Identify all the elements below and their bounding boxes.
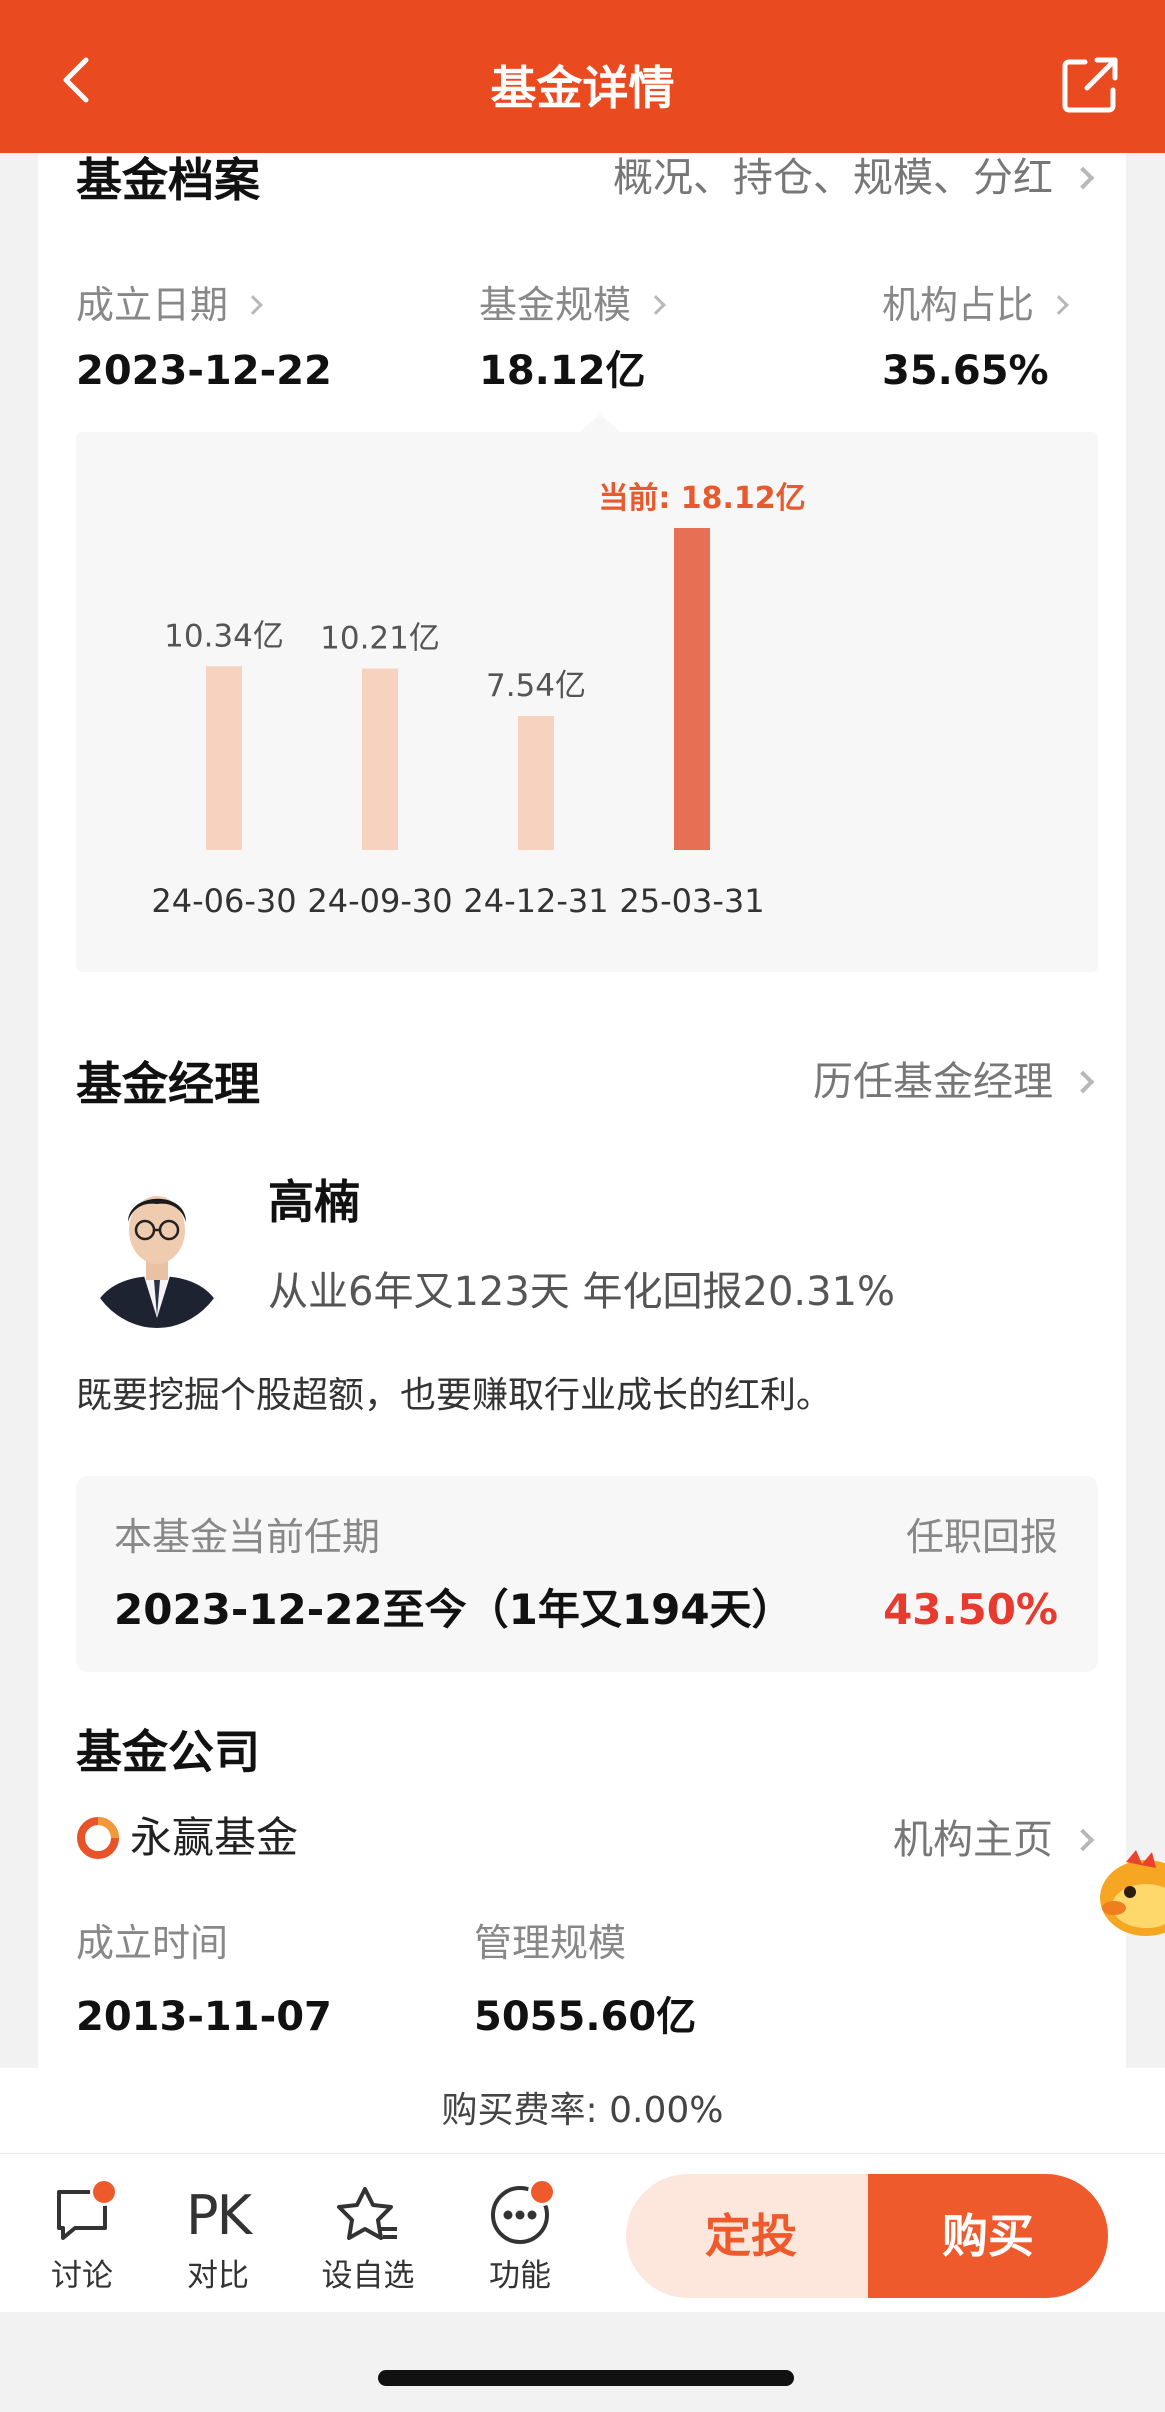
chevron-right-icon xyxy=(1071,1070,1095,1094)
chevron-right-icon xyxy=(243,295,263,315)
chevron-right-icon xyxy=(1071,1828,1095,1852)
top-bar: 基金详情 xyxy=(0,0,1165,153)
discuss-button[interactable]: 讨论 xyxy=(22,2174,142,2304)
page-title: 基金详情 xyxy=(490,61,675,115)
stat-founded-value: 2023-12-22 xyxy=(76,348,332,394)
tenure-label: 本基金当前任期 xyxy=(114,1515,381,1559)
mascot-icon[interactable] xyxy=(1096,1828,1165,1948)
chart-pointer xyxy=(578,414,622,434)
chart-x-tick-label: 24-06-30 xyxy=(151,882,296,920)
functions-label: 功能 xyxy=(489,2258,551,2294)
company-logo-icon xyxy=(77,1817,119,1859)
company-name-row[interactable]: 永赢基金 xyxy=(76,1810,298,1866)
auto-invest-button[interactable]: 定投 xyxy=(626,2174,876,2298)
functions-button[interactable]: 功能 xyxy=(460,2174,580,2304)
stat-institution-label-text: 机构占比 xyxy=(882,283,1035,327)
profile-link[interactable]: 概况、持仓、规模、分红 xyxy=(613,150,1097,206)
company-home-link[interactable]: 机构主页 xyxy=(893,1812,1097,1868)
chart-x-tick-label: 24-12-31 xyxy=(463,882,608,920)
chart-bar-24-09-30 xyxy=(362,668,398,850)
company-founded-label: 成立时间 xyxy=(76,1921,229,1965)
home-indicator[interactable] xyxy=(378,2370,794,2386)
manager-history-link-label: 历任基金经理 xyxy=(813,1059,1053,1105)
company-name: 永赢基金 xyxy=(130,1813,299,1862)
stat-size-value: 18.12亿 xyxy=(479,348,646,394)
return-value: 43.50% xyxy=(883,1585,1058,1634)
share-icon[interactable] xyxy=(1057,52,1123,118)
pk-icon: PK xyxy=(186,2183,252,2247)
size-bar-chart: 10.34亿 24-06-30 10.21亿 24-09-30 7.54亿 24-12-3… xyxy=(151,481,805,920)
manager-quote: 既要挖掘个股超额，也要赚取行业成长的红利。 xyxy=(76,1375,833,1416)
stat-size-label[interactable]: 基金规模 xyxy=(479,280,669,330)
buy-button[interactable]: 购买 xyxy=(868,2174,1108,2298)
manager-avatar[interactable] xyxy=(84,1168,230,1328)
tenure-card: 本基金当前任期 2023-12-22至今（1年又194天） 任职回报 43.50… xyxy=(76,1476,1098,1672)
company-aum-value: 5055.60亿 xyxy=(474,1994,697,2040)
return-label: 任职回报 xyxy=(905,1515,1058,1559)
chart-x-tick-label: 24-09-30 xyxy=(307,882,452,920)
tenure-value: 2023-12-22至今（1年又194天） xyxy=(114,1585,794,1634)
chart-bar-25-03-31 xyxy=(674,528,710,850)
stat-size-label-text: 基金规模 xyxy=(479,283,632,327)
chart-bar-24-12-31 xyxy=(518,716,554,850)
size-chart: 10.34亿 24-06-30 10.21亿 24-09-30 7.54亿 24-12-3… xyxy=(76,432,1098,972)
chevron-right-icon xyxy=(646,295,666,315)
stat-institution-value: 35.65% xyxy=(882,348,1049,394)
chart-data-label: 7.54亿 xyxy=(486,668,586,704)
profile-link-label: 概况、持仓、规模、分红 xyxy=(613,155,1053,201)
chart-bar-24-06-30 xyxy=(206,666,242,850)
manager-name[interactable]: 高楠 xyxy=(268,1172,360,1232)
chevron-right-icon xyxy=(1049,295,1069,315)
manager-stats: 从业6年又123天 年化回报20.31% xyxy=(268,1269,896,1315)
chart-data-label: 10.21亿 xyxy=(320,621,440,657)
chart-x-tick-label: 25-03-31 xyxy=(619,882,764,920)
person-avatar-icon xyxy=(84,1168,230,1328)
manager-history-link[interactable]: 历任基金经理 xyxy=(813,1054,1097,1110)
bottom-toolbar: 讨论 PK 对比 设自选 功能 定投 购买 xyxy=(0,2154,1165,2312)
notification-dot xyxy=(528,2178,556,2206)
notification-dot xyxy=(90,2178,118,2206)
purchase-fee-rate: 购买费率: 0.00% xyxy=(0,2068,1165,2154)
chart-data-label: 10.34亿 xyxy=(164,618,284,654)
stat-founded-label[interactable]: 成立日期 xyxy=(76,280,266,330)
profile-section-title: 基金档案 xyxy=(76,153,260,207)
stat-founded-label-text: 成立日期 xyxy=(76,283,229,327)
manager-section-title: 基金经理 xyxy=(76,1057,260,1111)
discuss-label: 讨论 xyxy=(51,2258,113,2294)
stat-institution-label[interactable]: 机构占比 xyxy=(882,280,1072,330)
chart-data-label: 当前: 18.12亿 xyxy=(598,481,805,516)
company-section-title: 基金公司 xyxy=(76,1725,260,1779)
company-aum-label: 管理规模 xyxy=(474,1921,627,1965)
add-watchlist-button[interactable]: 设自选 xyxy=(308,2174,428,2304)
compare-label: 对比 xyxy=(187,2258,249,2294)
compare-button[interactable]: PK 对比 xyxy=(158,2174,278,2304)
company-home-link-label: 机构主页 xyxy=(893,1817,1053,1863)
star-list-icon xyxy=(337,2187,397,2240)
company-founded-value: 2013-11-07 xyxy=(76,1994,332,2040)
chevron-right-icon xyxy=(1071,166,1095,190)
watchlist-label: 设自选 xyxy=(321,2258,415,2294)
